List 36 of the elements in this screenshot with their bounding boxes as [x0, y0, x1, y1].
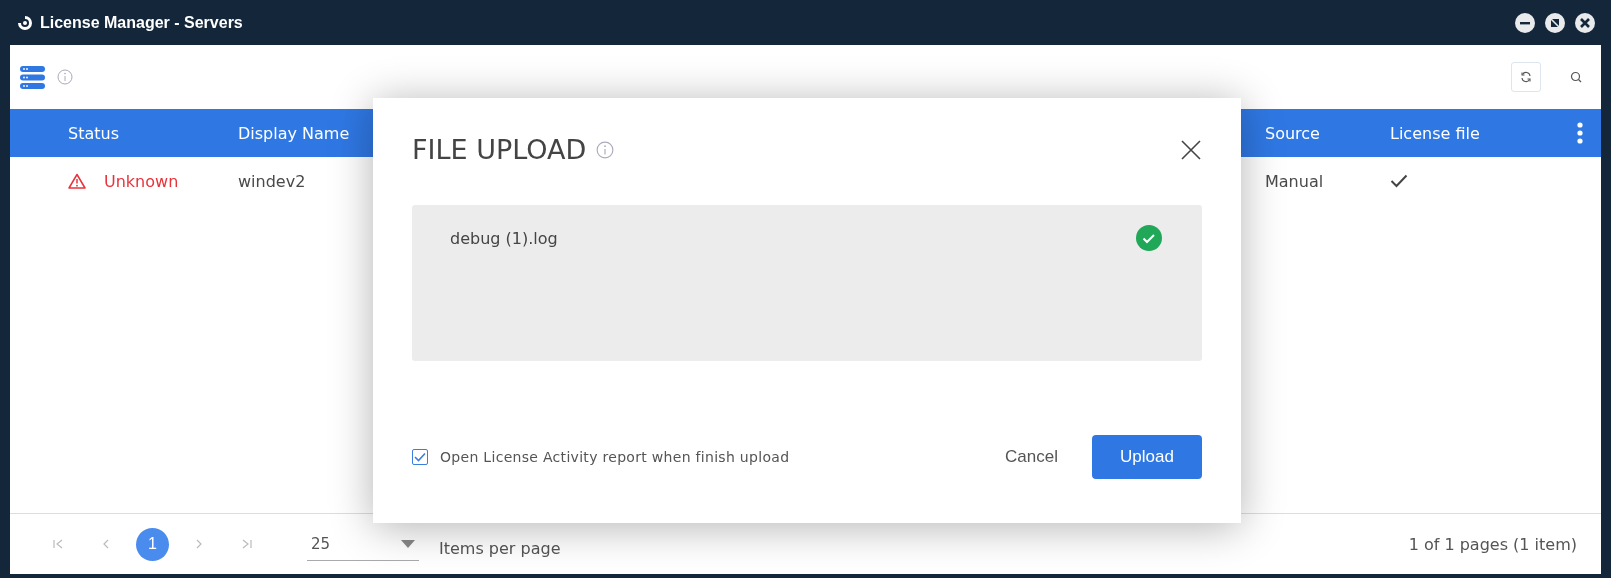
square-icon — [1549, 16, 1561, 29]
column-header[interactable]: Source — [1265, 123, 1390, 143]
last-page-icon — [241, 538, 253, 550]
column-header[interactable]: License file — [1390, 123, 1577, 143]
page-button[interactable]: 1 — [136, 527, 169, 561]
warning-icon — [68, 173, 86, 189]
table-cell-text: Manual — [1265, 171, 1325, 191]
app-logo-icon — [16, 14, 34, 31]
cancel-button[interactable]: Cancel — [989, 437, 1074, 477]
page-size-dropdown[interactable]: 25 — [307, 527, 419, 561]
window-title: License Manager - Servers — [40, 13, 244, 32]
search-icon — [1570, 71, 1582, 83]
info-icon — [57, 69, 73, 85]
file-drop-area[interactable]: debug (1).log — [412, 205, 1202, 361]
status-text: Unknown — [104, 171, 179, 191]
upload-button[interactable]: Upload — [1092, 435, 1202, 479]
checkbox[interactable] — [412, 449, 428, 465]
table-cell-text: windev2 — [238, 171, 307, 191]
column-header[interactable]: Status — [68, 123, 238, 143]
info-icon — [596, 140, 615, 159]
checkbox-label: Open License Activity report when finish upload — [440, 449, 790, 465]
server-stack-icon[interactable] — [20, 64, 45, 90]
file-name: debug (1).log — [450, 228, 559, 248]
close-icon — [1579, 16, 1591, 29]
more-options-icon[interactable] — [1577, 122, 1583, 144]
minimize-button[interactable] — [1515, 12, 1535, 33]
close-button[interactable] — [1575, 12, 1595, 33]
refresh-button[interactable] — [1511, 62, 1541, 92]
maximize-button[interactable] — [1545, 12, 1565, 33]
first-page-icon — [52, 538, 64, 550]
dialog-title: FILE UPLOAD — [412, 134, 587, 165]
close-dialog-button[interactable] — [1180, 138, 1202, 161]
page-summary: 1 of 1 pages (1 item) — [1408, 534, 1577, 554]
caret-icon — [401, 539, 415, 548]
refresh-icon — [1520, 71, 1532, 83]
items-per-page-label: Items per page — [439, 538, 561, 558]
